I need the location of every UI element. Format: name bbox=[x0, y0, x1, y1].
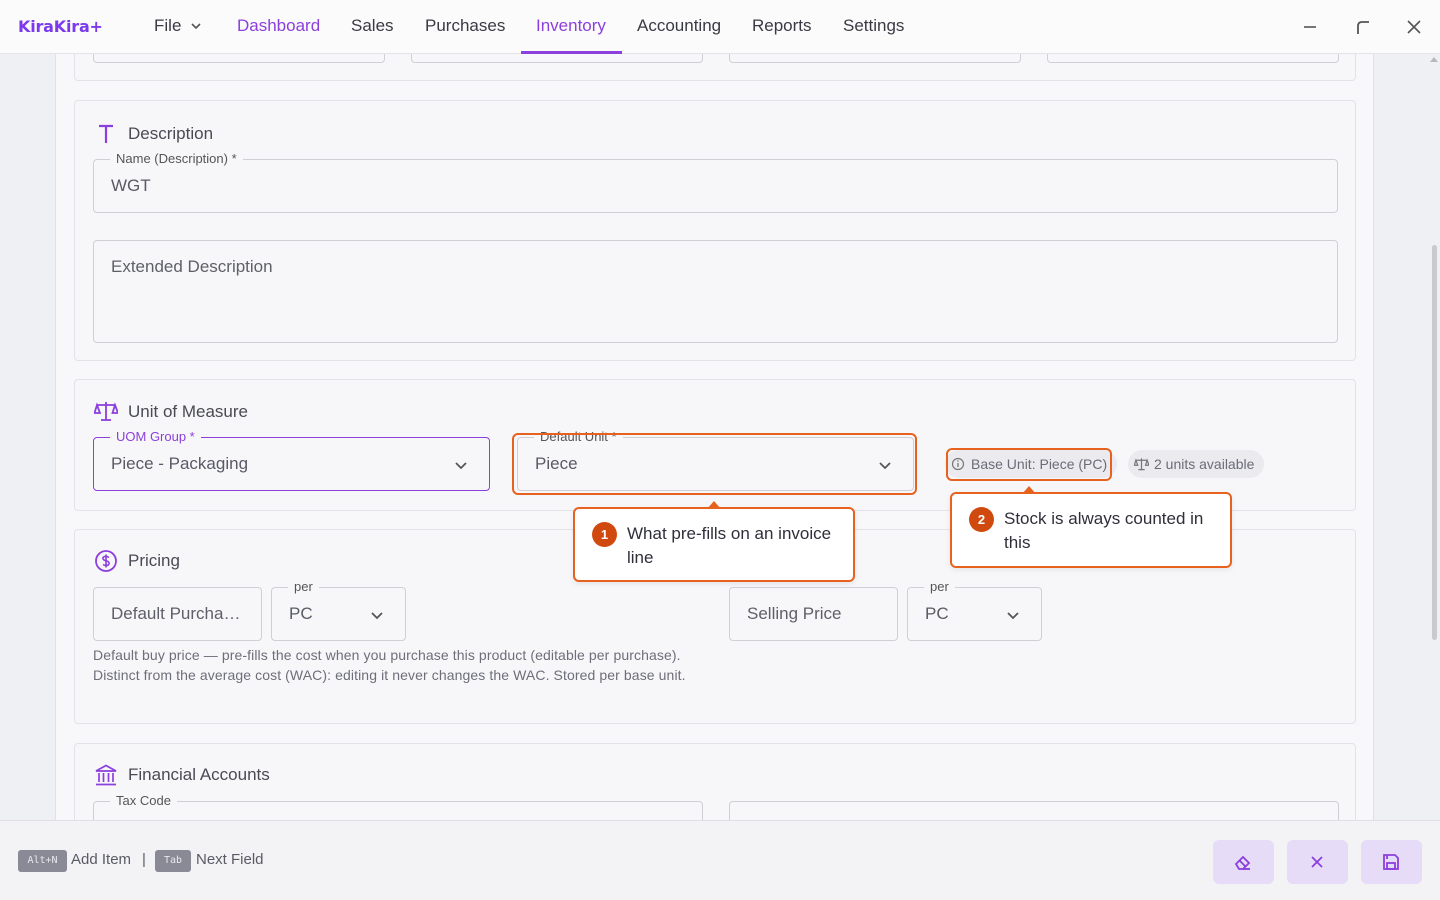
chevron-down-icon[interactable] bbox=[454, 458, 468, 472]
cancel-button[interactable] bbox=[1287, 840, 1348, 884]
base-unit-highlight bbox=[946, 448, 1112, 481]
callout-base-unit: 2 Stock is always counted in this bbox=[950, 492, 1232, 568]
name-field[interactable]: Name (Description) * WGT bbox=[93, 151, 1338, 213]
per-label: per bbox=[288, 579, 319, 595]
default-purchase-price-placeholder: Default Purcha… bbox=[111, 604, 241, 623]
nav-accounting[interactable]: Accounting bbox=[637, 16, 721, 36]
nav-inventory[interactable]: Inventory bbox=[536, 16, 606, 36]
units-available-chip: 2 units available bbox=[1128, 450, 1265, 478]
callout-default-unit: 1 What pre-fills on an invoice line bbox=[573, 507, 855, 582]
purchase-unit-select[interactable]: per PC bbox=[271, 579, 406, 641]
nav-dashboard[interactable]: Dashboard bbox=[237, 16, 320, 36]
selling-unit-select[interactable]: per PC bbox=[907, 579, 1042, 641]
selling-unit-value: PC bbox=[925, 604, 949, 623]
name-field-label: Name (Description) * bbox=[110, 151, 243, 167]
uom-group-value: Piece - Packaging bbox=[111, 454, 249, 473]
tax-code-label: Tax Code bbox=[110, 793, 177, 809]
nav-sales[interactable]: Sales bbox=[351, 16, 394, 36]
section-title: Description bbox=[128, 124, 214, 143]
kbd-alt-n: Alt+N bbox=[18, 850, 67, 872]
units-available-text: 2 units available bbox=[1154, 456, 1255, 472]
scale-icon bbox=[94, 402, 118, 421]
chevron-down-icon[interactable] bbox=[190, 20, 202, 32]
hint-next-field: Next Field bbox=[196, 851, 264, 868]
nav-reports[interactable]: Reports bbox=[752, 16, 812, 36]
hint-separator: | bbox=[142, 851, 146, 868]
scroll-up-arrow-icon[interactable] bbox=[1430, 56, 1438, 62]
restore-icon[interactable] bbox=[1353, 17, 1373, 37]
extended-description-field[interactable]: Extended Description bbox=[93, 240, 1338, 343]
description-card: Description Name (Description) * WGT Ext… bbox=[74, 100, 1356, 361]
clear-button[interactable] bbox=[1213, 840, 1274, 884]
callout-number: 2 bbox=[969, 507, 994, 532]
menu-file[interactable]: File bbox=[154, 16, 181, 36]
name-field-value: WGT bbox=[111, 176, 151, 195]
partial-field[interactable] bbox=[411, 54, 703, 63]
scale-icon bbox=[1134, 458, 1149, 471]
account-select[interactable] bbox=[729, 801, 1339, 820]
nav-purchases[interactable]: Purchases bbox=[425, 16, 505, 36]
financial-accounts-card: Financial Accounts Tax Code bbox=[74, 743, 1356, 820]
selling-price-placeholder: Selling Price bbox=[747, 604, 842, 623]
chevron-down-icon[interactable] bbox=[1006, 608, 1020, 622]
kbd-tab: Tab bbox=[155, 850, 191, 872]
app-logo: KiraKira+ bbox=[18, 17, 103, 36]
callout-text: What pre-fills on an invoice line bbox=[627, 524, 832, 567]
per-label: per bbox=[924, 579, 955, 595]
close-icon bbox=[1311, 856, 1323, 868]
default-unit-highlight bbox=[512, 433, 917, 495]
purchase-price-helper-text: Default buy price — pre-fills the cost w… bbox=[93, 647, 686, 683]
top-bar: KiraKira+ File Dashboard Sales Purchases… bbox=[0, 0, 1440, 54]
partial-field[interactable] bbox=[93, 54, 385, 63]
close-window-icon[interactable] bbox=[1404, 17, 1424, 37]
dollar-circle-icon bbox=[95, 550, 117, 572]
extended-description-placeholder: Extended Description bbox=[111, 257, 273, 276]
minimize-icon[interactable] bbox=[1300, 17, 1320, 37]
default-purchase-price-input[interactable]: Default Purcha… bbox=[93, 587, 262, 641]
save-icon bbox=[1383, 854, 1399, 870]
section-title: Pricing bbox=[128, 551, 180, 570]
uom-group-select[interactable]: UOM Group * Piece - Packaging bbox=[93, 429, 490, 491]
scrollbar-thumb[interactable] bbox=[1432, 245, 1437, 640]
tax-code-select[interactable]: Tax Code bbox=[93, 793, 703, 820]
callout-number: 1 bbox=[592, 522, 617, 547]
previous-section-card bbox=[74, 54, 1356, 81]
bottom-bar: Alt+N Add Item | Tab Next Field bbox=[0, 820, 1440, 900]
section-title: Financial Accounts bbox=[128, 765, 270, 784]
save-button[interactable] bbox=[1361, 840, 1422, 884]
bank-icon bbox=[95, 764, 117, 786]
purchase-unit-value: PC bbox=[289, 604, 313, 623]
nav-settings[interactable]: Settings bbox=[843, 16, 904, 36]
selling-price-input[interactable]: Selling Price bbox=[729, 587, 898, 641]
partial-field[interactable] bbox=[729, 54, 1021, 63]
hint-add-item: Add Item bbox=[71, 851, 132, 868]
chevron-down-icon[interactable] bbox=[370, 608, 384, 622]
callout-text: Stock is always counted in this bbox=[1004, 509, 1204, 552]
uom-group-label: UOM Group * bbox=[110, 429, 201, 445]
eraser-icon bbox=[1234, 855, 1251, 870]
partial-field[interactable] bbox=[1047, 54, 1339, 63]
text-type-icon bbox=[99, 124, 113, 143]
section-title: Unit of Measure bbox=[128, 402, 248, 421]
